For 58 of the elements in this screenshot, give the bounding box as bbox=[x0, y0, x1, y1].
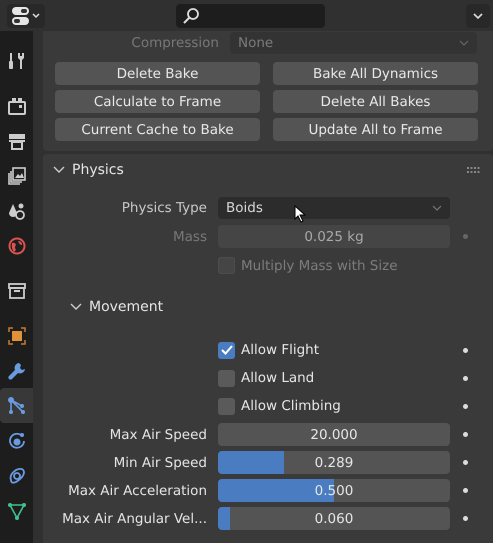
action-button[interactable]: Delete All Bakes bbox=[273, 90, 478, 113]
camera-back-icon bbox=[6, 96, 26, 116]
checkbox-label: Allow Land bbox=[241, 370, 314, 386]
field-label: Max Air Speed bbox=[108, 426, 208, 442]
dropdown-button[interactable] bbox=[466, 4, 490, 28]
keyframe-dot[interactable] bbox=[463, 516, 468, 521]
square-object-icon bbox=[6, 326, 26, 346]
field-label: Compression bbox=[130, 34, 220, 50]
mouse-cursor-icon bbox=[294, 204, 306, 222]
keyframe-dot[interactable] bbox=[463, 432, 468, 437]
checkbox-label: Allow Flight bbox=[241, 342, 320, 358]
particles-icon bbox=[6, 396, 26, 416]
mesh-triangle-icon bbox=[6, 500, 26, 520]
checkbox[interactable] bbox=[218, 398, 235, 414]
action-button[interactable]: Calculate to Frame bbox=[55, 90, 260, 113]
box-icon bbox=[6, 280, 26, 300]
search-icon bbox=[182, 6, 200, 24]
value-slider[interactable]: 0.500 bbox=[218, 479, 450, 502]
keyframe-dot[interactable] bbox=[463, 376, 468, 380]
editor-type-icon bbox=[11, 6, 41, 26]
scene-icon bbox=[6, 200, 26, 220]
keyframe-dot[interactable] bbox=[463, 404, 468, 408]
keyframe-dot[interactable] bbox=[463, 348, 468, 352]
editor-type-button[interactable] bbox=[7, 4, 45, 28]
chevron-icon bbox=[70, 303, 82, 311]
action-button[interactable]: Bake All Dynamics bbox=[273, 62, 478, 85]
action-button[interactable]: Delete Bake bbox=[55, 62, 260, 85]
subpanel-header[interactable]: Movement bbox=[70, 295, 164, 319]
keyframe-dot[interactable] bbox=[463, 460, 468, 465]
chevron-down-icon bbox=[472, 12, 484, 20]
value-slider[interactable]: 0.060 bbox=[218, 507, 450, 530]
checkbox-label: Multiply Mass with Size bbox=[241, 258, 398, 274]
field-label: Max Air Acceleration bbox=[67, 482, 208, 498]
panel-header[interactable]: Physics bbox=[53, 162, 124, 178]
checkbox[interactable] bbox=[218, 342, 235, 358]
orbit-icon bbox=[6, 430, 26, 450]
globe-icon bbox=[6, 236, 26, 256]
action-button[interactable]: Update All to Frame bbox=[273, 118, 478, 141]
wrench-icon bbox=[6, 360, 26, 380]
keyframe-dot[interactable] bbox=[463, 234, 468, 239]
image-stack-icon bbox=[6, 166, 26, 186]
field-label: Max Air Angular Vel... bbox=[61, 510, 208, 526]
drag-handle-icon[interactable] bbox=[467, 166, 481, 174]
field-label: Min Air Speed bbox=[112, 454, 208, 470]
chevron-down-icon bbox=[432, 204, 442, 210]
number-field[interactable]: 20.000 bbox=[218, 423, 450, 446]
action-button[interactable]: Current Cache to Bake bbox=[55, 118, 260, 141]
keyframe-dot[interactable] bbox=[463, 488, 468, 493]
search-field[interactable] bbox=[176, 4, 325, 28]
chevron-icon bbox=[53, 166, 65, 174]
field-label: Physics Type bbox=[120, 200, 208, 216]
checkbox[interactable] bbox=[218, 370, 235, 386]
field-label: Mass bbox=[172, 228, 208, 244]
tool-icon bbox=[6, 50, 26, 70]
chevron-down-icon bbox=[459, 40, 469, 46]
checkbox-label: Allow Climbing bbox=[241, 398, 341, 414]
value-slider[interactable]: 0.289 bbox=[218, 451, 450, 474]
constraint-icon bbox=[6, 466, 26, 486]
